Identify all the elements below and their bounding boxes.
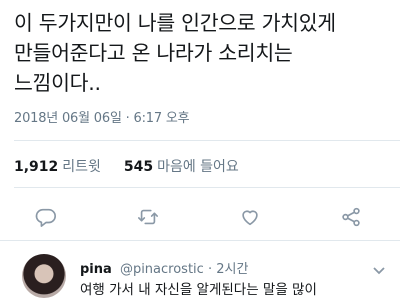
reply-author-name[interactable]: pina — [80, 262, 112, 277]
retweet-label: 리트윗 — [62, 159, 101, 175]
divider — [14, 140, 400, 141]
separator-dot: · — [207, 262, 213, 277]
engagement-stats: 1,912 리트윗 545 마음에 들어요 — [14, 156, 239, 176]
like-button[interactable] — [233, 200, 267, 234]
share-button[interactable] — [334, 200, 368, 234]
tweet-text-line-3: 느낌이다.. — [14, 71, 101, 95]
reply-button[interactable] — [29, 200, 63, 234]
like-label: 마음에 들어요 — [157, 159, 239, 175]
reply-header: pina @pinacrostic · 2시간 — [80, 258, 248, 277]
share-icon — [342, 207, 360, 227]
reply-icon — [35, 208, 56, 227]
tweet-text-line-2: 만들어준다고 온 나라가 소리치는 — [14, 41, 293, 65]
retweet-icon — [138, 209, 158, 225]
chevron-down-icon — [373, 267, 385, 275]
retweet-stat[interactable]: 1,912 리트윗 — [14, 159, 105, 175]
like-count: 545 — [123, 159, 154, 175]
divider — [14, 187, 400, 188]
reply-tweet[interactable]: pina @pinacrostic · 2시간 여행 가서 내 자신을 알게된다… — [0, 250, 400, 300]
more-options-button[interactable] — [372, 262, 386, 276]
reply-author-handle[interactable]: @pinacrostic — [120, 262, 204, 277]
reply-text: 여행 가서 내 자신을 알게된다는 말을 많이 — [80, 282, 317, 298]
tweet-timestamp: 2018년 06월 06일 · 6:17 오후 — [14, 111, 190, 126]
tweet-action-bar — [0, 200, 400, 234]
tweet-body: 이 두가지만이 나를 인간으로 가치있게 만들어준다고 온 나라가 소리치는 느… — [14, 8, 394, 98]
avatar[interactable] — [22, 254, 66, 298]
retweet-count: 1,912 — [14, 159, 59, 175]
reply-time: 2시간 — [216, 262, 249, 277]
like-stat[interactable]: 545 마음에 들어요 — [124, 159, 239, 175]
tweet-text-line-1: 이 두가지만이 나를 인간으로 가치있게 — [14, 11, 336, 35]
divider — [0, 240, 400, 241]
like-icon — [242, 210, 258, 226]
retweet-button[interactable] — [131, 200, 165, 234]
